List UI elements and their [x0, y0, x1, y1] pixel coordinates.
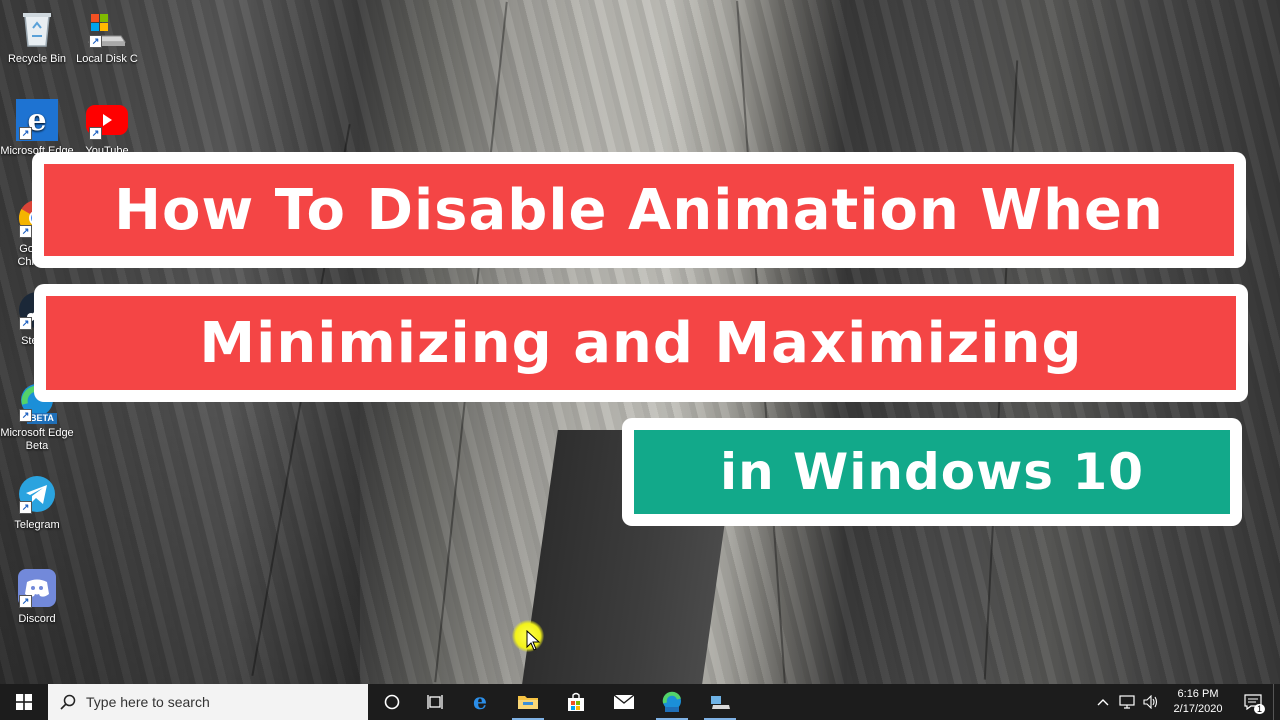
show-hidden-icons-button[interactable] [1091, 684, 1115, 720]
taskbar-file-explorer-button[interactable] [504, 684, 552, 720]
taskbar-clock[interactable]: 6:16 PM 2/17/2020 [1163, 687, 1233, 717]
shortcut-arrow-icon: ↗ [19, 127, 32, 140]
desktop-icon-label: Discord [18, 613, 56, 625]
desktop-icon-recycle-bin[interactable]: Recycle Bin [0, 6, 74, 66]
windows-logo-icon [16, 694, 32, 710]
speaker-icon [1143, 695, 1158, 709]
network-button[interactable] [1115, 684, 1139, 720]
title-banner-line3: in Windows 10 [622, 418, 1242, 526]
cortana-circle-icon [384, 694, 400, 710]
mail-icon [613, 694, 635, 709]
mouse-pointer-icon [526, 630, 541, 651]
title-line1: How To Disable Animation When [44, 164, 1234, 256]
title-banner-line1: How To Disable Animation When [32, 152, 1246, 268]
title-line2: Minimizing and Maximizing [46, 296, 1236, 390]
mouse-cursor-highlight [512, 620, 544, 652]
action-center-button[interactable]: 1 [1233, 684, 1273, 720]
taskbar-disk-tool-button[interactable] [696, 684, 744, 720]
desktop-icon-label: Telegram [14, 519, 60, 531]
shortcut-arrow-icon: ↗ [89, 127, 102, 140]
volume-button[interactable] [1139, 684, 1163, 720]
taskbar-search-box[interactable]: Type here to search [48, 684, 368, 720]
youtube-icon: ↗ [85, 98, 129, 142]
shortcut-arrow-icon: ↗ [19, 595, 32, 608]
task-view-icon [427, 695, 443, 709]
desktop-icon-telegram[interactable]: ↗ Telegram [0, 472, 74, 532]
search-icon [60, 694, 76, 710]
shortcut-arrow-icon: ↗ [19, 225, 32, 238]
chevron-up-icon [1097, 699, 1109, 706]
edge-icon: e [473, 689, 487, 715]
clock-date: 2/17/2020 [1173, 703, 1223, 715]
desktop-icon-local-disk[interactable]: ↗ Local Disk C [70, 6, 144, 66]
folder-icon [518, 696, 538, 709]
edge-beta-icon [662, 691, 681, 712]
network-icon [1119, 695, 1135, 709]
edge-icon: e ↗ [15, 98, 59, 142]
title-banner-line2: Minimizing and Maximizing [34, 284, 1248, 402]
cortana-button[interactable] [368, 684, 416, 720]
desktop-icon-discord[interactable]: ↗ Discord [0, 566, 74, 626]
start-button[interactable] [0, 684, 48, 720]
taskbar-edge-button[interactable]: e [456, 684, 504, 720]
store-bag-icon [568, 692, 584, 711]
show-desktop-button[interactable] [1273, 684, 1280, 720]
task-view-button[interactable] [416, 684, 456, 720]
shortcut-arrow-icon: ↗ [19, 409, 32, 422]
telegram-icon: ↗ [15, 472, 59, 516]
drive-icon: ↗ [85, 6, 129, 50]
desktop-icon-label: Recycle Bin [7, 53, 67, 65]
system-tray: 6:16 PM 2/17/2020 1 [1091, 684, 1280, 720]
title-line3: in Windows 10 [634, 430, 1230, 514]
taskbar-edge-beta-button[interactable] [648, 684, 696, 720]
notification-count-badge: 1 [1253, 704, 1265, 714]
desktop-icon-youtube[interactable]: ↗ YouTube [70, 98, 144, 158]
taskbar: Type here to search e 6:16 PM 2/17/2020 … [0, 684, 1280, 720]
recycle-bin-icon [15, 6, 59, 50]
shortcut-arrow-icon: ↗ [19, 317, 32, 330]
clock-time: 6:16 PM [1177, 688, 1219, 700]
desktop-icon-label: Local Disk C [76, 53, 138, 65]
shortcut-arrow-icon: ↗ [19, 501, 32, 514]
search-placeholder: Type here to search [86, 694, 210, 710]
taskbar-store-button[interactable] [552, 684, 600, 720]
desktop-icon-microsoft-edge[interactable]: e ↗ Microsoft Edge [0, 98, 74, 158]
disk-tool-icon [711, 696, 730, 709]
shortcut-arrow-icon: ↗ [89, 35, 102, 48]
taskbar-mail-button[interactable] [600, 684, 648, 720]
discord-icon: ↗ [15, 566, 59, 610]
desktop-icon-label: Microsoft Edge Beta [0, 427, 74, 452]
